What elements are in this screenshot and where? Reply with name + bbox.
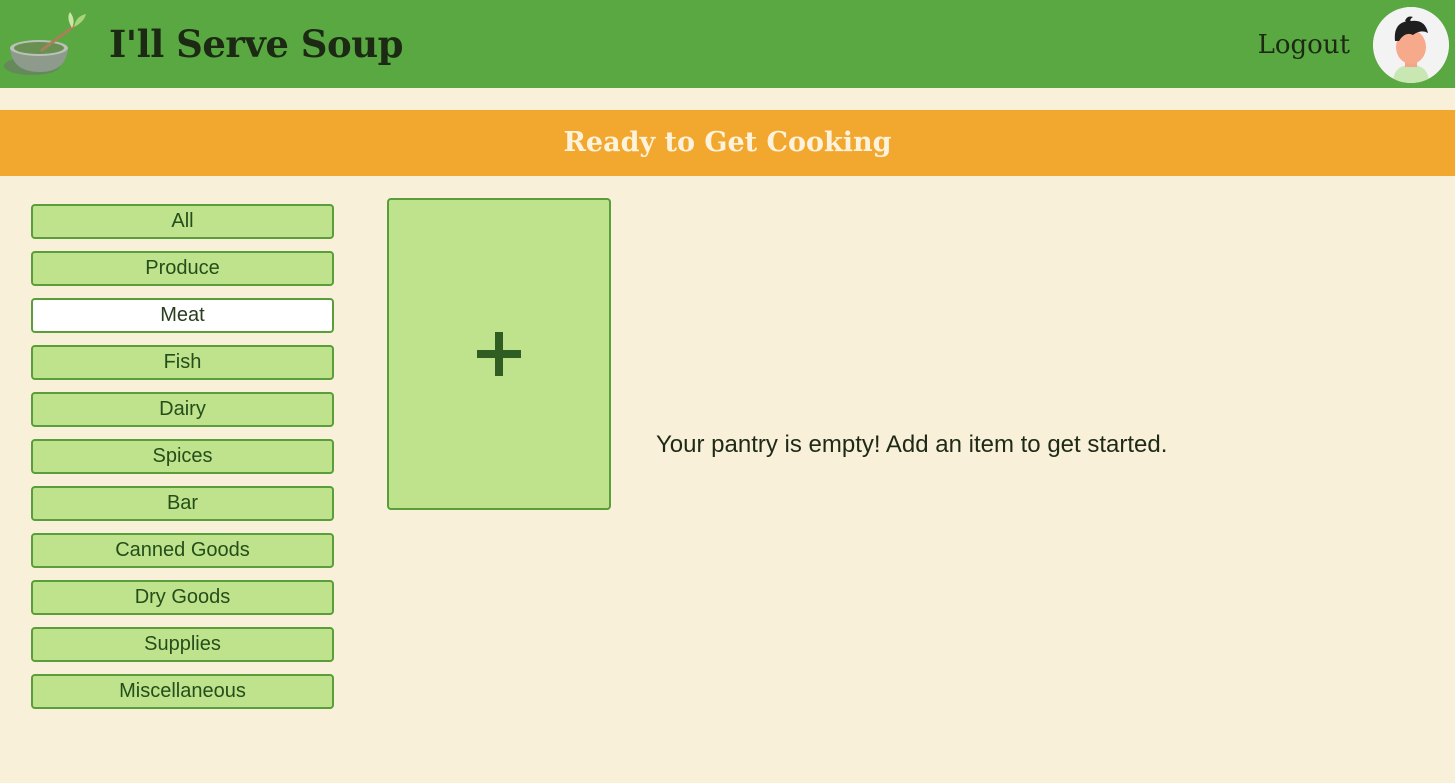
page-title: Ready to Get Cooking bbox=[563, 127, 892, 158]
category-button-canned-goods[interactable]: Canned Goods bbox=[31, 533, 334, 568]
category-button-spices[interactable]: Spices bbox=[31, 439, 334, 474]
user-avatar-icon[interactable] bbox=[1373, 7, 1449, 83]
app-title: I'll Serve Soup bbox=[109, 22, 403, 66]
category-button-fish[interactable]: Fish bbox=[31, 345, 334, 380]
category-button-dairy[interactable]: Dairy bbox=[31, 392, 334, 427]
soup-bowl-icon bbox=[4, 12, 86, 75]
category-button-bar[interactable]: Bar bbox=[31, 486, 334, 521]
category-button-produce[interactable]: Produce bbox=[31, 251, 334, 286]
empty-pantry-message: Your pantry is empty! Add an item to get… bbox=[656, 431, 1168, 458]
category-button-miscellaneous[interactable]: Miscellaneous bbox=[31, 674, 334, 709]
category-button-all[interactable]: All bbox=[31, 204, 334, 239]
add-item-card[interactable] bbox=[387, 198, 611, 510]
category-button-meat[interactable]: Meat bbox=[31, 298, 334, 333]
page-banner: Ready to Get Cooking bbox=[0, 110, 1455, 176]
category-button-supplies[interactable]: Supplies bbox=[31, 627, 334, 662]
top-header: I'll Serve Soup Logout bbox=[0, 0, 1455, 88]
avatar-graphic bbox=[1373, 7, 1449, 83]
logout-link[interactable]: Logout bbox=[1258, 24, 1350, 66]
plus-icon bbox=[477, 332, 521, 376]
category-filter-list: All Produce Meat Fish Dairy Spices Bar C… bbox=[31, 204, 334, 721]
category-button-dry-goods[interactable]: Dry Goods bbox=[31, 580, 334, 615]
